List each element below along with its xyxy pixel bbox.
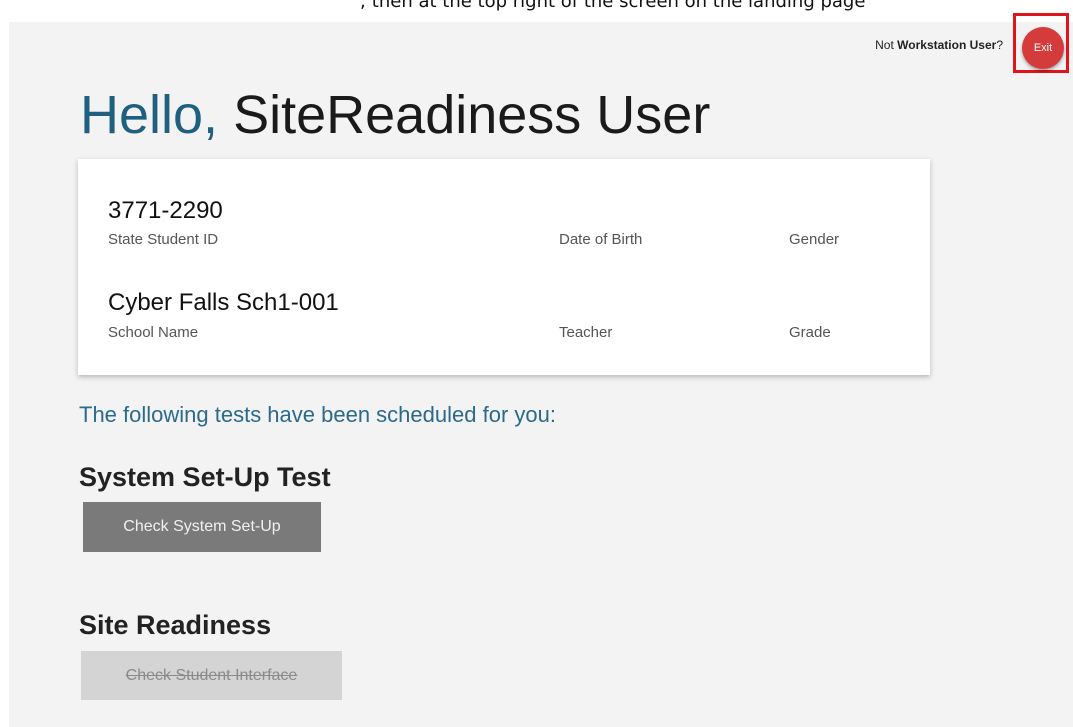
instruction-text: ; then at the top right of the screen on… bbox=[360, 0, 866, 12]
scheduled-tests-heading: The following tests have been scheduled … bbox=[79, 402, 556, 427]
question-mark: ? bbox=[996, 38, 1003, 52]
school-name-label: School Name bbox=[108, 324, 199, 341]
site-readiness-title: Site Readiness bbox=[79, 610, 272, 640]
instruction-banner: ; then at the top right of the screen on… bbox=[0, 0, 1073, 22]
greeting-hello: Hello, bbox=[80, 85, 219, 145]
student-info-card: 3771-2290 State Student ID Date of Birth… bbox=[78, 159, 930, 375]
grade-label: Grade bbox=[789, 324, 831, 341]
student-id-value: 3771-2290 bbox=[108, 197, 223, 224]
date-of-birth-label: Date of Birth bbox=[559, 231, 643, 248]
greeting-heading: Hello, SiteReadiness User bbox=[80, 84, 710, 146]
school-name-value: Cyber Falls Sch1-001 bbox=[108, 289, 339, 316]
greeting-user-name: SiteReadiness User bbox=[233, 85, 711, 145]
not-label: Not bbox=[875, 38, 894, 52]
student-id-label: State Student ID bbox=[108, 231, 219, 248]
system-setup-test-title: System Set-Up Test bbox=[79, 462, 331, 492]
exit-button[interactable]: Exit bbox=[1022, 27, 1064, 69]
workstation-user-name: Workstation User bbox=[897, 38, 997, 52]
check-student-interface-button: Check Student Interface bbox=[81, 651, 342, 700]
gender-label: Gender bbox=[789, 231, 840, 248]
not-user-prompt: Not Workstation User? bbox=[875, 38, 1003, 52]
teacher-label: Teacher bbox=[559, 324, 613, 341]
check-system-setup-button[interactable]: Check System Set-Up bbox=[83, 502, 321, 552]
